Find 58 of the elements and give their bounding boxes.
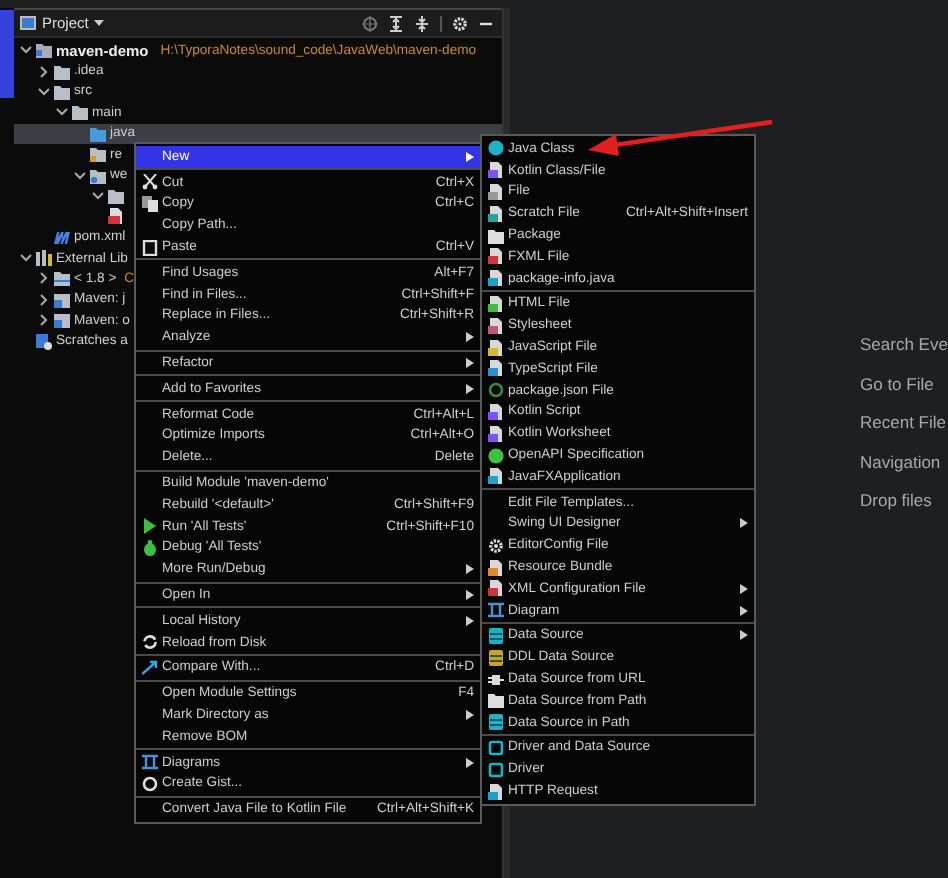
diagram-icon — [488, 602, 504, 619]
file-icon — [488, 360, 504, 377]
jar-icon — [54, 291, 70, 308]
file-icon — [488, 317, 504, 334]
file-icon — [488, 183, 504, 200]
database-icon — [488, 714, 504, 731]
circle-icon — [488, 447, 504, 464]
file-icon — [488, 580, 504, 597]
file-icon — [488, 248, 504, 265]
compare-icon — [142, 659, 158, 676]
scratches-icon — [36, 333, 52, 350]
file-icon — [488, 295, 504, 312]
file-icon — [488, 270, 504, 287]
ring-icon — [142, 775, 158, 792]
hint-text: Recent File — [860, 412, 948, 432]
circle-icon — [488, 140, 504, 157]
ring-icon — [488, 382, 504, 399]
file-icon — [488, 559, 504, 576]
chevron-down-icon[interactable] — [19, 46, 31, 55]
file-icon — [488, 205, 504, 222]
library-icon — [36, 250, 52, 267]
database-icon — [488, 627, 504, 644]
caret-icon — [94, 20, 105, 26]
clipboard-icon — [142, 239, 158, 256]
file-icon — [108, 208, 124, 225]
locate-icon[interactable] — [362, 15, 378, 31]
file-icon — [488, 468, 504, 485]
panel-icon — [20, 16, 36, 30]
file-icon — [488, 339, 504, 356]
diagram-icon — [142, 754, 158, 771]
file-icon — [488, 403, 504, 420]
module-icon — [36, 42, 52, 59]
settings-icon[interactable] — [452, 15, 468, 31]
file-icon — [488, 783, 504, 799]
play-icon — [142, 518, 158, 535]
file-icon — [488, 425, 504, 442]
jar-icon — [54, 312, 70, 329]
plug-icon — [488, 671, 504, 688]
copy-icon — [142, 195, 158, 212]
hint-text: Go to File — [860, 373, 936, 393]
database-icon — [488, 649, 504, 666]
hint-text: Navigation — [860, 451, 943, 471]
folder-icon — [90, 146, 106, 163]
file-icon — [488, 162, 504, 179]
settings-icon — [488, 537, 504, 554]
folder-icon — [90, 167, 106, 184]
hint-text: Search Eve — [860, 334, 948, 354]
collapse-all-icon[interactable] — [414, 15, 430, 31]
refresh-icon — [142, 634, 158, 651]
chevron-down-icon[interactable] — [19, 254, 31, 263]
folder-icon — [108, 187, 124, 204]
maven-icon — [54, 229, 70, 246]
folder-icon — [54, 270, 70, 287]
scissors-icon — [142, 174, 158, 191]
chevron-right-icon[interactable] — [39, 65, 47, 78]
expand-all-icon[interactable] — [388, 15, 404, 31]
bug-icon — [142, 539, 158, 556]
hint-text: Drop files — [860, 490, 934, 510]
